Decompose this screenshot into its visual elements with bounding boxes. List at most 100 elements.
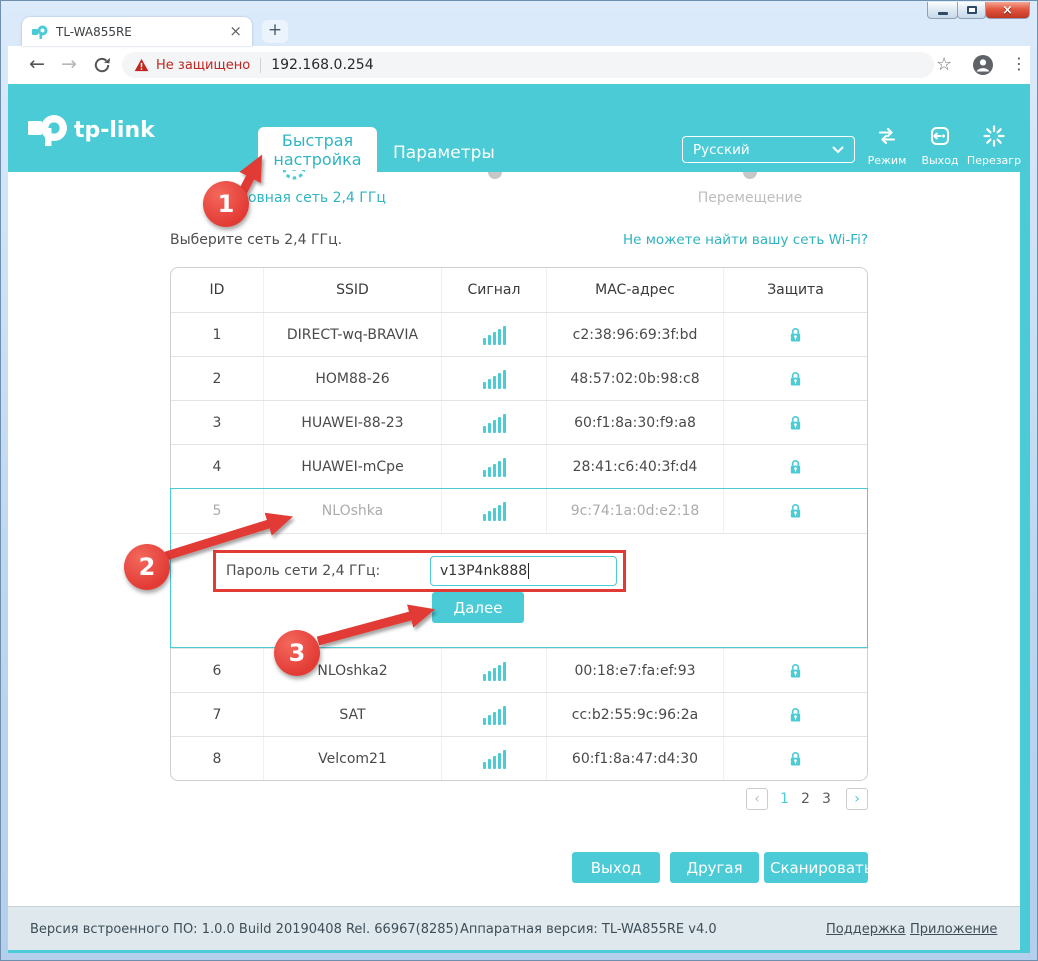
cell-mac: 60:f1:8a:30:f9:a8: [546, 401, 723, 444]
step-label-relocate: Перемещение: [670, 190, 830, 206]
password-value: v13P4nk888: [440, 563, 527, 579]
pagination-page-2[interactable]: 2: [801, 791, 810, 807]
table-row[interactable]: 3 HUAWEI-88-23 60:f1:8a:30:f9:a8: [171, 400, 867, 444]
page-viewport: tp-link Русский Режим: [8, 84, 1030, 953]
browser-window: × TL-WA855RE × + ← → Не защищено 19: [0, 0, 1038, 961]
signal-icon: [441, 445, 546, 488]
cell-mac: c2:38:96:69:3f:bd: [546, 313, 723, 356]
lock-icon: [723, 737, 867, 780]
tab-quick-setup[interactable]: Быстрая настройка: [258, 127, 377, 173]
tab-settings[interactable]: Параметры: [393, 143, 495, 163]
language-select[interactable]: Русский: [682, 136, 855, 163]
forward-icon[interactable]: →: [61, 53, 77, 75]
cell-id: 6: [171, 649, 263, 692]
table-row-selected[interactable]: 5 NLOshka 9c:74:1a:0d:e2:18: [171, 489, 867, 533]
lock-icon: [723, 489, 867, 533]
browser-toolbar: ← → Не защищено 192.168.0.254 ☆ ⋮: [8, 46, 1030, 84]
cant-find-network-link[interactable]: Не можете найти вашу сеть Wi-Fi?: [623, 232, 868, 248]
signal-icon: [441, 401, 546, 444]
scan-button[interactable]: Сканировать: [764, 852, 868, 883]
tplink-logo: tp-link: [22, 108, 172, 158]
security-warning[interactable]: Не защищено: [156, 58, 250, 73]
table-row[interactable]: 2 HOM88-26 48:57:02:0b:98:c8: [171, 356, 867, 400]
chevron-down-icon: [832, 146, 844, 154]
browser-tab[interactable]: TL-WA855RE ×: [22, 17, 252, 46]
logout-button[interactable]: Выход: [910, 124, 970, 167]
lock-icon: [723, 445, 867, 488]
address-bar[interactable]: Не защищено 192.168.0.254: [122, 52, 934, 78]
password-expansion-panel: Пароль сети 2,4 ГГц: v13P4nk888 Далее: [171, 533, 867, 647]
close-window-button[interactable]: ×: [985, 2, 1030, 19]
table-row[interactable]: 6 NLOshka2 00:18:e7:fa:ef:93: [171, 648, 867, 692]
back-icon[interactable]: ←: [29, 53, 45, 75]
window-controls: ×: [928, 2, 1030, 19]
pagination-prev-button[interactable]: ‹: [746, 788, 768, 810]
reboot-label: Перезагр: [964, 154, 1024, 167]
pagination-page-3[interactable]: 3: [822, 791, 831, 807]
cell-id: 2: [171, 357, 263, 400]
password-label: Пароль сети 2,4 ГГц:: [226, 563, 380, 579]
cell-id: 8: [171, 737, 263, 780]
warning-icon: [134, 58, 149, 72]
minimize-button[interactable]: [927, 2, 958, 19]
cell-mac: 00:18:e7:fa:ef:93: [546, 649, 723, 692]
selected-network-block: 5 NLOshka 9c:74:1a:0d:e2:18 Пароль сети …: [170, 488, 868, 648]
app-link[interactable]: Приложение: [910, 922, 997, 937]
lock-icon: [723, 693, 867, 736]
signal-icon: [441, 693, 546, 736]
signal-icon: [441, 489, 546, 533]
cell-id: 3: [171, 401, 263, 444]
password-input[interactable]: v13P4nk888: [430, 556, 617, 586]
table-row[interactable]: 1 DIRECT-wq-BRAVIA c2:38:96:69:3f:bd: [171, 312, 867, 356]
cell-id: 4: [171, 445, 263, 488]
bookmark-star-icon[interactable]: ☆: [936, 54, 952, 75]
cell-id: 1: [171, 313, 263, 356]
table-row[interactable]: 8 Velcom21 60:f1:8a:47:d4:30: [171, 736, 867, 780]
cell-mac: cc:b2:55:9c:96:2a: [546, 693, 723, 736]
col-header-mac: MAC-адрес: [546, 268, 723, 312]
new-tab-button[interactable]: +: [262, 20, 288, 43]
table-row[interactable]: 4 HUAWEI-mCpe 28:41:c6:40:3f:d4: [171, 444, 867, 488]
cell-ssid: DIRECT-wq-BRAVIA: [263, 313, 441, 356]
col-header-security: Защита: [723, 268, 867, 312]
reboot-icon: [982, 124, 1006, 148]
signal-icon: [441, 737, 546, 780]
maximize-icon: [967, 6, 977, 14]
next-button[interactable]: Далее: [432, 592, 524, 623]
close-icon: ×: [1002, 4, 1013, 17]
cell-ssid: Velcom21: [263, 737, 441, 780]
signal-icon: [441, 649, 546, 692]
maximize-button[interactable]: [957, 2, 986, 19]
pagination-next-button[interactable]: ›: [846, 788, 868, 810]
table-header-row: ID SSID Сигнал MAC-адрес Защита: [171, 268, 867, 312]
lock-icon: [723, 401, 867, 444]
browser-menu-icon[interactable]: ⋮: [1011, 54, 1027, 73]
support-link[interactable]: Поддержка: [826, 922, 906, 937]
cell-ssid: HUAWEI-mCpe: [263, 445, 441, 488]
cell-mac: 60:f1:8a:47:d4:30: [546, 737, 723, 780]
select-network-prompt: Выберите сеть 2,4 ГГц.: [170, 232, 342, 248]
cell-ssid: HOM88-26: [263, 357, 441, 400]
cell-id: 7: [171, 693, 263, 736]
tab-title: TL-WA855RE: [56, 25, 229, 39]
mode-button[interactable]: Режим: [857, 124, 917, 167]
other-network-button[interactable]: Другая: [670, 852, 759, 883]
table-row[interactable]: 7 SAT cc:b2:55:9c:96:2a: [171, 692, 867, 736]
profile-avatar-icon[interactable]: [972, 54, 994, 76]
mode-label: Режим: [857, 154, 917, 167]
logout-icon: [928, 124, 952, 148]
lock-icon: [723, 649, 867, 692]
signal-icon: [441, 313, 546, 356]
wifi-network-table: ID SSID Сигнал MAC-адрес Защита 1 DIRECT…: [170, 267, 868, 781]
pagination-page-1[interactable]: 1: [780, 791, 789, 807]
col-header-signal: Сигнал: [441, 268, 546, 312]
cell-id: 5: [171, 489, 263, 533]
site-header: tp-link Русский Режим: [8, 84, 1030, 172]
wifi-step-icon: [279, 170, 309, 183]
exit-button[interactable]: Выход: [572, 852, 660, 883]
reload-icon[interactable]: [93, 56, 111, 74]
step-label-main-network: Основная сеть 2,4 ГГц: [203, 190, 403, 206]
reboot-button[interactable]: Перезагр: [964, 124, 1024, 167]
url-text[interactable]: 192.168.0.254: [271, 57, 373, 73]
tab-close-icon[interactable]: ×: [229, 24, 242, 39]
